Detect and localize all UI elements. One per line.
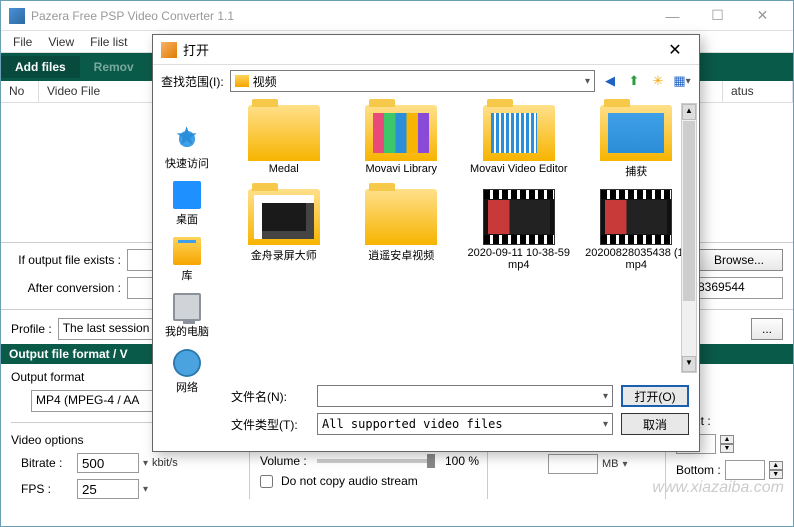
nav-back-icon[interactable]: ◀ bbox=[601, 72, 619, 90]
filename-label: 文件名(N): bbox=[231, 388, 309, 405]
lookin-value: 视频 bbox=[253, 73, 277, 90]
star-icon bbox=[173, 125, 201, 153]
crop-bottom-input[interactable] bbox=[725, 460, 765, 480]
folder-icon bbox=[365, 189, 437, 245]
file-item[interactable]: 逍遥安卓视频 bbox=[345, 187, 459, 273]
file-item[interactable]: 金舟录屏大师 bbox=[227, 187, 341, 273]
col-no: No bbox=[1, 81, 39, 102]
place-thispc[interactable]: 我的电脑 bbox=[165, 293, 209, 339]
spin-down[interactable]: ▼ bbox=[769, 470, 783, 479]
filetype-select[interactable]: All supported video files▾ bbox=[317, 413, 613, 435]
library-icon bbox=[173, 237, 201, 265]
file-item[interactable]: Movavi Library bbox=[345, 103, 459, 181]
place-network[interactable]: 网络 bbox=[173, 349, 201, 395]
folder-icon bbox=[248, 189, 320, 245]
maximize-button[interactable]: ☐ bbox=[695, 2, 740, 30]
spin-up[interactable]: ▲ bbox=[769, 461, 783, 470]
browse-button[interactable]: Browse... bbox=[695, 249, 783, 271]
volume-value: 100 % bbox=[445, 454, 479, 468]
folder-icon bbox=[600, 105, 672, 161]
file-item[interactable]: 2020-09-11 10-38-59 mp4 bbox=[462, 187, 576, 273]
after-conversion-label: After conversion : bbox=[11, 281, 121, 295]
filename-input[interactable]: ▾ bbox=[317, 385, 613, 407]
file-item[interactable]: Movavi Video Editor bbox=[462, 103, 576, 181]
file-item[interactable]: 捕获 bbox=[580, 103, 694, 181]
nav-newfolder-icon[interactable]: ✳ bbox=[649, 72, 667, 90]
file-label: 金舟录屏大师 bbox=[251, 247, 317, 263]
file-label: Movavi Library bbox=[365, 163, 437, 175]
main-titlebar: Pazera Free PSP Video Converter 1.1 — ☐ … bbox=[1, 1, 793, 31]
video-icon bbox=[483, 189, 555, 245]
file-open-dialog: 打开 ✕ 查找范围(I): 视频 ▾ ◀ ⬆ ✳ ▦▾ 快速访问 桌面 库 我的… bbox=[152, 34, 700, 452]
file-browser[interactable]: Medal Movavi Library Movavi Video Editor 捕获… bbox=[221, 97, 699, 379]
computer-icon bbox=[173, 293, 201, 321]
add-files-button[interactable]: Add files bbox=[1, 56, 80, 78]
menu-filelist[interactable]: File list bbox=[82, 33, 135, 51]
app-title: Pazera Free PSP Video Converter 1.1 bbox=[31, 9, 650, 23]
profile-extra-button[interactable]: ... bbox=[751, 318, 783, 340]
folder-icon bbox=[365, 105, 437, 161]
nav-view-icon[interactable]: ▦▾ bbox=[673, 72, 691, 90]
file-label: Medal bbox=[269, 163, 299, 175]
scroll-thumb[interactable] bbox=[683, 121, 695, 301]
scroll-up-button[interactable]: ▲ bbox=[682, 104, 696, 120]
filetype-label: 文件类型(T): bbox=[231, 416, 309, 433]
bitrate-input[interactable] bbox=[77, 453, 139, 473]
filesize-unit: MB bbox=[602, 458, 619, 470]
cancel-button[interactable]: 取消 bbox=[621, 413, 689, 435]
lookin-select[interactable]: 视频 ▾ bbox=[230, 70, 595, 92]
close-button[interactable]: ✕ bbox=[740, 2, 785, 30]
crop-bottom-label: Bottom : bbox=[676, 463, 721, 477]
col-status: atus bbox=[723, 81, 793, 102]
places-bar: 快速访问 桌面 库 我的电脑 网络 bbox=[153, 97, 221, 451]
spin-up[interactable]: ▲ bbox=[720, 435, 734, 444]
dialog-icon bbox=[161, 42, 177, 58]
open-button[interactable]: 打开(O) bbox=[621, 385, 689, 407]
fps-input[interactable] bbox=[77, 479, 139, 499]
filesize-input[interactable] bbox=[548, 454, 598, 474]
place-quick-access[interactable]: 快速访问 bbox=[165, 125, 209, 171]
scrollbar[interactable]: ▲ ▼ bbox=[681, 103, 697, 373]
volume-slider[interactable] bbox=[317, 459, 435, 463]
file-label: 2020-09-11 10-38-59 mp4 bbox=[464, 247, 574, 271]
file-label: Movavi Video Editor bbox=[470, 163, 568, 175]
profile-label: Profile : bbox=[11, 322, 52, 336]
app-icon bbox=[9, 8, 25, 24]
minimize-button[interactable]: — bbox=[650, 2, 695, 30]
video-icon bbox=[600, 189, 672, 245]
dialog-title: 打开 bbox=[183, 40, 659, 59]
menu-view[interactable]: View bbox=[40, 33, 82, 51]
volume-label: Volume : bbox=[260, 454, 307, 468]
no-audio-checkbox[interactable] bbox=[260, 475, 273, 488]
bitrate-label: Bitrate : bbox=[21, 456, 73, 470]
file-label: 20200828035438 (1) mp4 bbox=[582, 247, 692, 271]
desktop-icon bbox=[173, 181, 201, 209]
lookin-label: 查找范围(I): bbox=[161, 73, 224, 90]
if-exists-label: If output file exists : bbox=[11, 253, 121, 267]
file-item[interactable]: Medal bbox=[227, 103, 341, 181]
file-item[interactable]: 20200828035438 (1) mp4 bbox=[580, 187, 694, 273]
network-icon bbox=[173, 349, 201, 377]
place-desktop[interactable]: 桌面 bbox=[173, 181, 201, 227]
nav-up-icon[interactable]: ⬆ bbox=[625, 72, 643, 90]
output-dir-input[interactable]: 8369544 bbox=[693, 277, 783, 299]
folder-icon bbox=[483, 105, 555, 161]
remove-button[interactable]: Remov bbox=[80, 56, 148, 78]
place-libraries[interactable]: 库 bbox=[173, 237, 201, 283]
dialog-close-button[interactable]: ✕ bbox=[659, 40, 691, 60]
file-label: 逍遥安卓视频 bbox=[368, 247, 434, 263]
dialog-titlebar: 打开 ✕ bbox=[153, 35, 699, 65]
folder-icon bbox=[248, 105, 320, 161]
spin-down[interactable]: ▼ bbox=[720, 444, 734, 453]
fps-label: FPS : bbox=[21, 482, 73, 496]
no-audio-label: Do not copy audio stream bbox=[281, 474, 418, 488]
menu-file[interactable]: File bbox=[5, 33, 40, 51]
file-label: 捕获 bbox=[625, 163, 647, 179]
folder-icon bbox=[235, 75, 249, 87]
bitrate-unit: kbit/s bbox=[152, 457, 178, 469]
scroll-down-button[interactable]: ▼ bbox=[682, 356, 696, 372]
